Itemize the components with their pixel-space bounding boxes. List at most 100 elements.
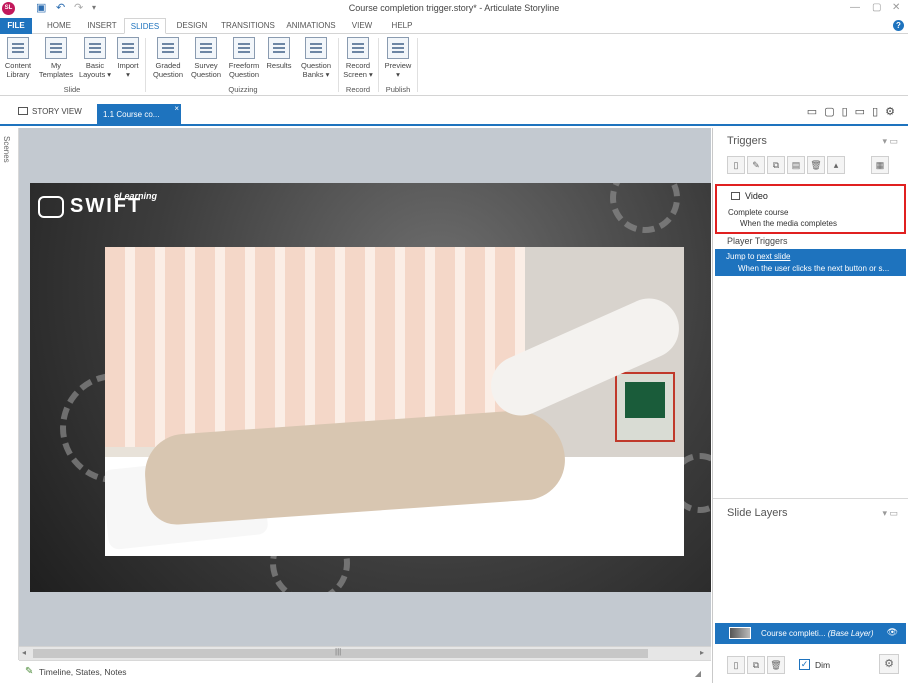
group-label-record: Record (345, 85, 371, 94)
horizontal-scrollbar[interactable]: ◂ ||| ▸ (19, 646, 711, 660)
delete-layer-icon[interactable]: 🗑 (767, 656, 785, 674)
group-label-quizzing: Quizzing (228, 85, 258, 94)
group-label-slide: Slide (63, 85, 81, 94)
results-icon (268, 37, 290, 59)
player-triggers-heading: Player Triggers (727, 236, 788, 246)
freeform-question-button[interactable]: Freeform Question (226, 37, 262, 79)
new-layer-icon[interactable]: ▯ (727, 656, 745, 674)
panel-divider (713, 498, 908, 499)
scroll-left-icon[interactable]: ◂ (22, 648, 26, 657)
question-banks-button[interactable]: Question Banks ▾ (297, 37, 335, 79)
basic-layouts-button[interactable]: Basic Layouts ▾ (78, 37, 112, 79)
paste-trigger-icon[interactable]: ▤ (787, 156, 805, 174)
timeline-bar[interactable]: ✎ Timeline, States, Notes ◢ (19, 660, 711, 683)
document-tabs: STORY VIEW 1.1 Course co... × ▭▢▯▭▯⚙ (0, 97, 908, 126)
player-trigger-row[interactable]: Jump to next slide When the user clicks … (715, 249, 906, 276)
move-up-icon[interactable]: ▴ (827, 156, 845, 174)
slide-layers-title: Slide Layers (727, 507, 788, 519)
tab-home[interactable]: HOME (40, 18, 78, 34)
copy-trigger-icon[interactable]: ⧉ (767, 156, 785, 174)
base-layer-row[interactable]: Course completi... (Base Layer) 👁 (715, 623, 906, 644)
layer-settings-gear-icon[interactable]: ⚙ (879, 654, 899, 674)
defibrillator-image (615, 372, 675, 442)
group-divider (145, 38, 146, 92)
layers-toolbar: ▯ ⧉ 🗑 (727, 656, 787, 674)
tab-design[interactable]: DESIGN (170, 18, 214, 34)
question-banks-icon (305, 37, 327, 59)
triggers-panel-menu-icon[interactable]: ▾ ▭ (882, 136, 898, 147)
dim-label: Dim (815, 660, 831, 670)
survey-question-button[interactable]: Survey Question (188, 37, 224, 79)
scroll-right-icon[interactable]: ▸ (700, 648, 704, 657)
maximize-icon[interactable]: ▢ (872, 2, 881, 13)
scenes-panel[interactable]: Scenes (0, 128, 19, 660)
settings-gear-icon[interactable]: ⚙ (885, 106, 902, 118)
trigger-object: Video (731, 191, 768, 201)
video-trigger-highlight: Video Complete course When the media com… (715, 184, 906, 234)
record-screen-button[interactable]: Record Screen ▾ (341, 37, 375, 79)
device-view-icons: ▭▢▯▭▯⚙ (807, 105, 902, 118)
trigger-variables-icon[interactable]: ▦ (871, 156, 889, 174)
results-button[interactable]: Results (264, 37, 294, 70)
swift-logo: SWIFT eLearning (38, 191, 157, 218)
player-trigger-action: Jump to next slide (726, 252, 791, 261)
slide-tab[interactable]: 1.1 Course co... × (97, 104, 181, 126)
close-icon[interactable]: ✕ (892, 2, 900, 13)
ribbon-tabs: FILE HOME INSERT SLIDES DESIGN TRANSITIO… (0, 18, 908, 34)
dim-checkbox[interactable]: ✓ (799, 659, 810, 670)
scenes-label: Scenes (2, 136, 11, 163)
duplicate-layer-icon[interactable]: ⧉ (747, 656, 765, 674)
window-title: Course completion trigger.story* - Artic… (348, 3, 560, 13)
minimize-icon[interactable]: — (850, 2, 860, 13)
freeform-question-icon (233, 37, 255, 59)
edit-trigger-icon[interactable]: ✎ (747, 156, 765, 174)
next-slide-link[interactable]: next slide (757, 252, 791, 261)
layouts-icon (84, 37, 106, 59)
layer-thumbnail (729, 627, 751, 639)
tab-animations[interactable]: ANIMATIONS (282, 18, 340, 34)
trigger-condition[interactable]: When the media completes (740, 219, 837, 228)
delete-trigger-icon[interactable]: 🗑 (807, 156, 825, 174)
my-templates-button[interactable]: My Templates (37, 37, 75, 79)
timeline-states-notes-label[interactable]: Timeline, States, Notes (39, 667, 127, 677)
group-divider (417, 38, 418, 92)
record-screen-icon (347, 37, 369, 59)
close-tab-icon[interactable]: × (174, 98, 179, 120)
graded-question-icon (157, 37, 179, 59)
slide[interactable]: SWIFT eLearning (30, 183, 711, 592)
phone-icon[interactable]: ▯ (872, 106, 885, 118)
content-library-button[interactable]: Content Library (3, 37, 33, 79)
import-button[interactable]: Import ▾ (114, 37, 142, 79)
tab-slides[interactable]: SLIDES (124, 18, 166, 34)
timeline-icon: ✎ (25, 666, 34, 677)
visibility-eye-icon[interactable]: 👁 (887, 627, 898, 638)
monitor-icon[interactable]: ▢ (824, 106, 841, 118)
tab-transitions[interactable]: TRANSITIONS (218, 18, 278, 34)
tab-insert[interactable]: INSERT (82, 18, 122, 34)
layers-panel-menu-icon[interactable]: ▾ ▭ (882, 508, 898, 519)
triggers-toolbar: ▯ ✎ ⧉ ▤ 🗑 ▴ ▦ (727, 156, 889, 176)
tab-view[interactable]: VIEW (346, 18, 378, 34)
resize-grip-icon[interactable]: ◢ (695, 669, 701, 678)
tablet-landscape-icon[interactable]: ▭ (855, 106, 872, 118)
laptop-icon[interactable]: ▭ (807, 106, 824, 118)
ribbon: Content Library My Templates Basic Layou… (0, 34, 908, 96)
new-trigger-icon[interactable]: ▯ (727, 156, 745, 174)
video-media[interactable] (105, 247, 684, 556)
survey-question-icon (195, 37, 217, 59)
slide-canvas[interactable]: SWIFT eLearning (19, 128, 711, 646)
scroll-grip-icon: ||| (335, 647, 342, 656)
triggers-title: Triggers (727, 135, 767, 147)
video-object-icon (731, 192, 740, 200)
story-view-tab[interactable]: STORY VIEW (18, 107, 82, 116)
tab-file[interactable]: FILE (0, 18, 32, 34)
tab-help[interactable]: HELP (386, 18, 418, 34)
templates-icon (45, 37, 67, 59)
preview-button[interactable]: Preview ▾ (381, 37, 415, 79)
trigger-action[interactable]: Complete course (728, 208, 788, 217)
graded-question-button[interactable]: Graded Question (150, 37, 186, 79)
import-icon (117, 37, 139, 59)
title-bar: SL ▣ ↶ ↷ ▾ Course completion trigger.sto… (0, 0, 908, 18)
help-icon[interactable]: ? (893, 20, 904, 31)
tablet-portrait-icon[interactable]: ▯ (842, 106, 855, 118)
